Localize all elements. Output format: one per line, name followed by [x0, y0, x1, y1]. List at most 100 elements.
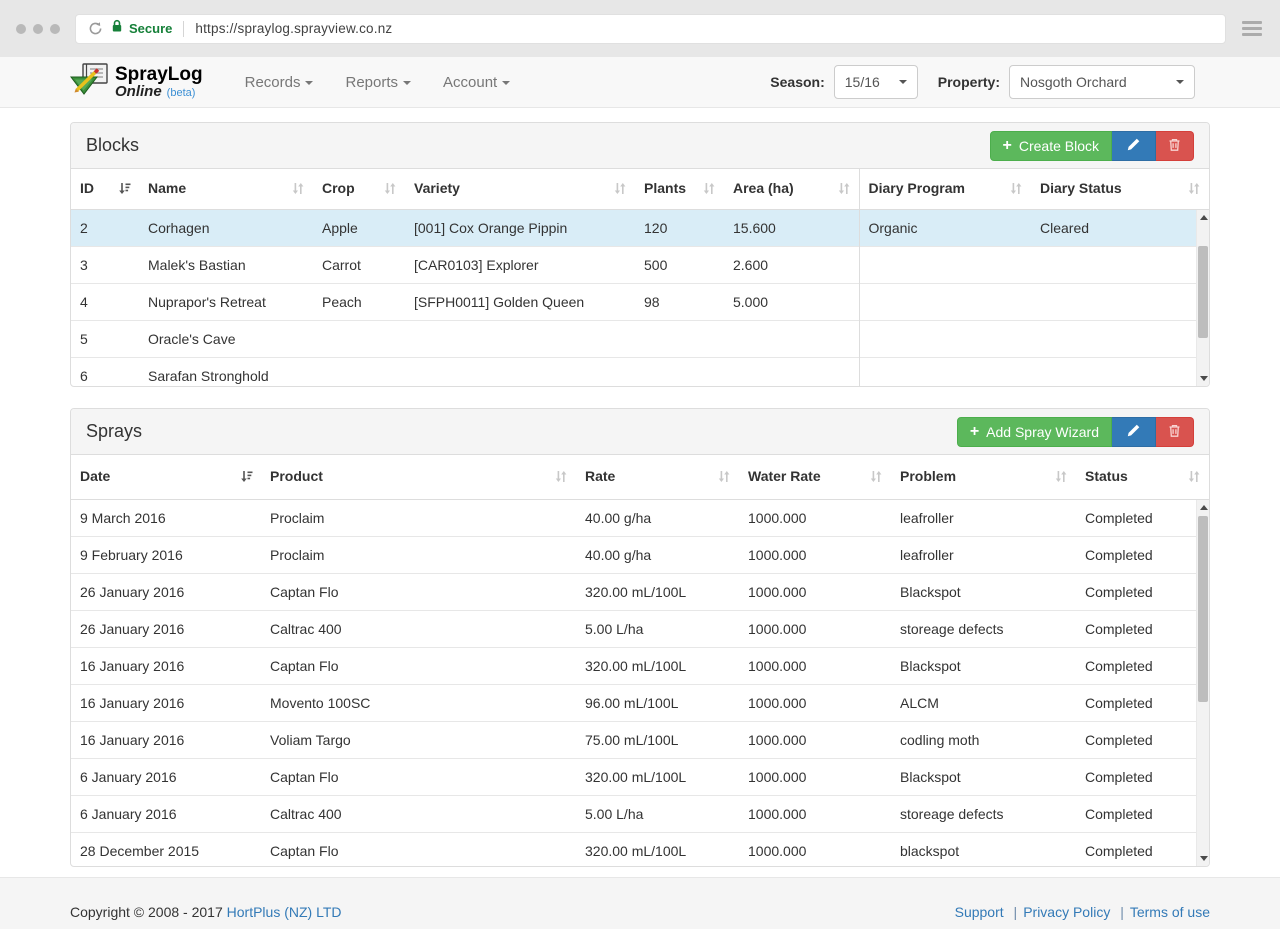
table-row[interactable]: 5 Oracle's Cave [71, 320, 1196, 358]
table-row[interactable]: 4 Nuprapor's Retreat Peach [SFPH0011] Go… [71, 283, 1196, 321]
table-row[interactable]: 6 January 2016 Captan Flo 320.00 mL/100L… [71, 758, 1196, 796]
cell-water-rate: 1000.000 [739, 536, 891, 574]
refresh-icon[interactable] [88, 21, 103, 36]
scrollbar-up-arrow[interactable] [1197, 210, 1209, 225]
caret-down-icon [1176, 80, 1184, 84]
create-block-button[interactable]: + Create Block [989, 130, 1112, 161]
url-text: https://spraylog.sprayview.co.nz [195, 21, 393, 36]
scrollbar[interactable] [1196, 210, 1209, 386]
column-header[interactable]: Rate [576, 455, 739, 499]
column-header[interactable]: Date [71, 455, 261, 499]
table-row[interactable]: 16 January 2016 Movento 100SC 96.00 mL/1… [71, 684, 1196, 722]
column-label: Crop [322, 180, 355, 196]
footer-link-separator: | [1013, 904, 1018, 920]
spraylog-logo-icon [69, 63, 110, 101]
edit-spray-button[interactable] [1112, 416, 1156, 447]
brand[interactable]: SprayLog Online (beta) [69, 63, 203, 101]
column-header[interactable]: Name [139, 169, 313, 209]
table-row[interactable]: 26 January 2016 Caltrac 400 5.00 L/ha 10… [71, 610, 1196, 648]
window-control-dot[interactable] [50, 23, 60, 34]
blocks-table: 2 Corhagen Apple [001] Cox Orange Pippin… [71, 210, 1196, 386]
delete-spray-button[interactable] [1156, 416, 1194, 447]
table-row[interactable]: 2 Corhagen Apple [001] Cox Orange Pippin… [71, 210, 1196, 247]
cell-date: 9 February 2016 [71, 536, 261, 574]
column-label: Problem [900, 468, 957, 484]
table-row[interactable]: 6 Sarafan Stronghold [71, 357, 1196, 386]
scrollbar-thumb[interactable] [1198, 246, 1208, 338]
nav-menu-item[interactable]: Records [229, 74, 330, 91]
cell-variety: [SFPH0011] Golden Queen [405, 283, 635, 321]
cell-water-rate: 1000.000 [739, 758, 891, 796]
cell-water-rate: 1000.000 [739, 795, 891, 833]
nav-menu-item[interactable]: Reports [329, 74, 427, 91]
cell-crop: Carrot [313, 246, 405, 284]
table-row[interactable]: 3 Malek's Bastian Carrot [CAR0103] Explo… [71, 246, 1196, 284]
cell-rate: 5.00 L/ha [576, 795, 739, 833]
main-content: Blocks + Create Block ID Name Crop Varie… [70, 108, 1210, 867]
cell-crop [313, 357, 405, 386]
caret-down-icon [403, 80, 412, 85]
lock-icon [111, 19, 123, 38]
cell-product: Captan Flo [261, 573, 576, 611]
cell-rate: 320.00 mL/100L [576, 758, 739, 796]
column-header[interactable]: ID [71, 169, 139, 209]
table-row[interactable]: 26 January 2016 Captan Flo 320.00 mL/100… [71, 573, 1196, 611]
window-control-dot[interactable] [33, 23, 43, 34]
scrollbar[interactable] [1196, 500, 1209, 866]
column-header[interactable]: Water Rate [739, 455, 891, 499]
season-select[interactable]: 15/16 [833, 65, 918, 99]
cell-problem: storeage defects [891, 795, 1076, 833]
company-link[interactable]: HortPlus (NZ) LTD [227, 904, 342, 920]
column-label: Water Rate [748, 468, 821, 484]
cell-variety: [001] Cox Orange Pippin [414, 220, 568, 236]
address-bar[interactable]: Secure https://spraylog.sprayview.co.nz [75, 13, 1226, 44]
table-row[interactable]: 9 February 2016 Proclaim 40.00 g/ha 1000… [71, 536, 1196, 574]
column-header[interactable]: Diary Status [1031, 169, 1209, 209]
cell-status: Completed [1076, 536, 1196, 574]
column-header[interactable]: Product [261, 455, 576, 499]
nav-menu-item[interactable]: Account [427, 74, 526, 91]
cell-name: Corhagen [148, 220, 210, 236]
sprays-table: 9 March 2016 Proclaim 40.00 g/ha 1000.00… [71, 500, 1196, 866]
cell-area [724, 357, 859, 386]
scrollbar-down-arrow[interactable] [1197, 371, 1209, 386]
blocks-table-body: 2 Corhagen Apple [001] Cox Orange Pippin… [71, 210, 1196, 386]
edit-block-button[interactable] [1112, 130, 1156, 161]
nav-menus: Records Reports Account [229, 74, 527, 91]
property-select[interactable]: Nosgoth Orchard [1009, 65, 1195, 99]
column-header[interactable]: Diary Program [858, 169, 1031, 209]
cell-water-rate: 1000.000 [739, 721, 891, 759]
window-control-dot[interactable] [16, 23, 26, 34]
scrollbar-down-arrow[interactable] [1197, 851, 1209, 866]
cell-diary-status [1031, 320, 1196, 358]
footer-link[interactable]: Privacy Policy [1023, 904, 1110, 920]
footer-link[interactable]: Terms of use [1130, 904, 1210, 920]
column-label: Plants [644, 180, 687, 196]
browser-menu-icon[interactable] [1242, 21, 1262, 36]
column-header[interactable]: Crop [313, 169, 405, 209]
table-row[interactable]: 9 March 2016 Proclaim 40.00 g/ha 1000.00… [71, 500, 1196, 537]
scrollbar-thumb[interactable] [1198, 516, 1208, 702]
cell-diary-program [858, 283, 1031, 321]
sort-icon [1188, 470, 1201, 486]
column-header[interactable]: Status [1076, 455, 1209, 499]
column-header[interactable]: Plants [635, 169, 724, 209]
cell-crop: Apple [322, 220, 358, 236]
sort-icon [1188, 182, 1201, 198]
cell-date: 9 March 2016 [80, 510, 166, 526]
cell-problem: Blackspot [891, 647, 1076, 685]
column-header[interactable]: Variety [405, 169, 635, 209]
delete-block-button[interactable] [1156, 130, 1194, 161]
table-row[interactable]: 16 January 2016 Voliam Targo 75.00 mL/10… [71, 721, 1196, 759]
sort-icon [1055, 470, 1068, 486]
column-header[interactable]: Problem [891, 455, 1076, 499]
cell-rate: 320.00 mL/100L [576, 573, 739, 611]
column-label: Variety [414, 180, 460, 196]
scrollbar-up-arrow[interactable] [1197, 500, 1209, 515]
table-row[interactable]: 28 December 2015 Captan Flo 320.00 mL/10… [71, 832, 1196, 866]
add-spray-wizard-button[interactable]: + Add Spray Wizard [956, 416, 1112, 447]
table-row[interactable]: 16 January 2016 Captan Flo 320.00 mL/100… [71, 647, 1196, 685]
table-row[interactable]: 6 January 2016 Caltrac 400 5.00 L/ha 100… [71, 795, 1196, 833]
footer-link[interactable]: Support [955, 904, 1004, 920]
column-header[interactable]: Area (ha) [724, 169, 859, 209]
